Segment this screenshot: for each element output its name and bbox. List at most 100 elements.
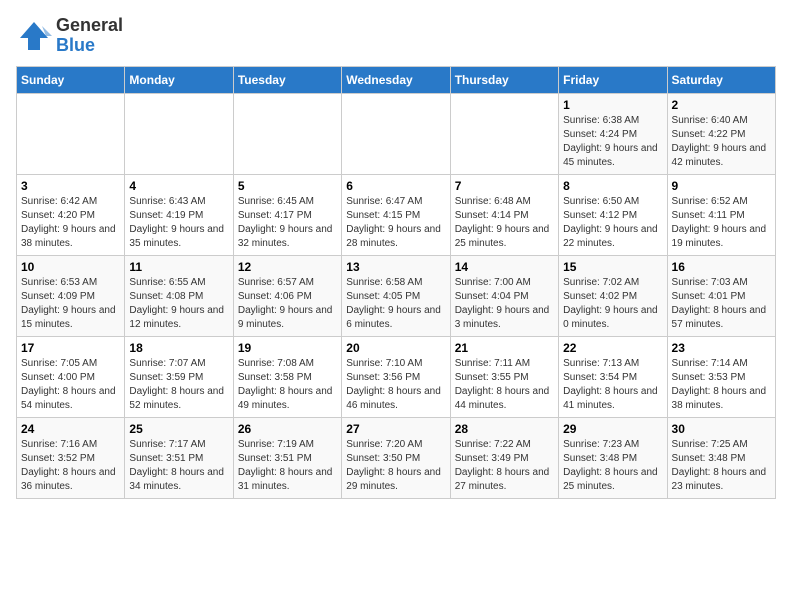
day-detail: Sunrise: 7:05 AMSunset: 4:00 PMDaylight:… (21, 357, 120, 413)
day-detail: Sunrise: 6:48 AMSunset: 4:14 PMDaylight:… (455, 195, 554, 251)
day-number: 18 (129, 341, 228, 355)
calendar-cell: 14 Sunrise: 7:00 AMSunset: 4:04 PMDaylig… (450, 255, 558, 336)
day-detail: Sunrise: 6:43 AMSunset: 4:19 PMDaylight:… (129, 195, 228, 251)
day-detail: Sunrise: 7:07 AMSunset: 3:59 PMDaylight:… (129, 357, 228, 413)
day-detail: Sunrise: 6:47 AMSunset: 4:15 PMDaylight:… (346, 195, 445, 251)
day-detail: Sunrise: 7:20 AMSunset: 3:50 PMDaylight:… (346, 438, 445, 494)
calendar-week-row: 24 Sunrise: 7:16 AMSunset: 3:52 PMDaylig… (17, 417, 776, 498)
day-number: 13 (346, 260, 445, 274)
day-number: 25 (129, 422, 228, 436)
day-number: 26 (238, 422, 337, 436)
day-detail: Sunrise: 6:53 AMSunset: 4:09 PMDaylight:… (21, 276, 120, 332)
day-detail: Sunrise: 6:40 AMSunset: 4:22 PMDaylight:… (672, 114, 771, 170)
calendar-table: SundayMondayTuesdayWednesdayThursdayFrid… (16, 66, 776, 499)
day-detail: Sunrise: 6:57 AMSunset: 4:06 PMDaylight:… (238, 276, 337, 332)
day-detail: Sunrise: 7:10 AMSunset: 3:56 PMDaylight:… (346, 357, 445, 413)
day-number: 7 (455, 179, 554, 193)
day-number: 1 (563, 98, 662, 112)
calendar-cell: 29 Sunrise: 7:23 AMSunset: 3:48 PMDaylig… (559, 417, 667, 498)
calendar-cell: 28 Sunrise: 7:22 AMSunset: 3:49 PMDaylig… (450, 417, 558, 498)
day-number: 30 (672, 422, 771, 436)
day-detail: Sunrise: 7:08 AMSunset: 3:58 PMDaylight:… (238, 357, 337, 413)
day-number: 22 (563, 341, 662, 355)
logo-general-text: General (56, 15, 123, 35)
day-number: 19 (238, 341, 337, 355)
day-number: 20 (346, 341, 445, 355)
day-number: 2 (672, 98, 771, 112)
calendar-week-row: 10 Sunrise: 6:53 AMSunset: 4:09 PMDaylig… (17, 255, 776, 336)
day-detail: Sunrise: 7:19 AMSunset: 3:51 PMDaylight:… (238, 438, 337, 494)
calendar-cell (342, 93, 450, 174)
calendar-cell: 3 Sunrise: 6:42 AMSunset: 4:20 PMDayligh… (17, 174, 125, 255)
day-detail: Sunrise: 7:23 AMSunset: 3:48 PMDaylight:… (563, 438, 662, 494)
calendar-cell: 9 Sunrise: 6:52 AMSunset: 4:11 PMDayligh… (667, 174, 775, 255)
calendar-cell: 18 Sunrise: 7:07 AMSunset: 3:59 PMDaylig… (125, 336, 233, 417)
day-number: 12 (238, 260, 337, 274)
day-number: 23 (672, 341, 771, 355)
day-detail: Sunrise: 7:02 AMSunset: 4:02 PMDaylight:… (563, 276, 662, 332)
day-number: 11 (129, 260, 228, 274)
day-detail: Sunrise: 7:17 AMSunset: 3:51 PMDaylight:… (129, 438, 228, 494)
calendar-cell: 2 Sunrise: 6:40 AMSunset: 4:22 PMDayligh… (667, 93, 775, 174)
column-header-saturday: Saturday (667, 66, 775, 93)
day-number: 14 (455, 260, 554, 274)
day-detail: Sunrise: 6:58 AMSunset: 4:05 PMDaylight:… (346, 276, 445, 332)
calendar-header-row: SundayMondayTuesdayWednesdayThursdayFrid… (17, 66, 776, 93)
calendar-cell: 11 Sunrise: 6:55 AMSunset: 4:08 PMDaylig… (125, 255, 233, 336)
calendar-cell: 21 Sunrise: 7:11 AMSunset: 3:55 PMDaylig… (450, 336, 558, 417)
column-header-friday: Friday (559, 66, 667, 93)
day-number: 3 (21, 179, 120, 193)
logo-blue-text: Blue (56, 35, 95, 55)
calendar-week-row: 3 Sunrise: 6:42 AMSunset: 4:20 PMDayligh… (17, 174, 776, 255)
day-detail: Sunrise: 7:22 AMSunset: 3:49 PMDaylight:… (455, 438, 554, 494)
day-detail: Sunrise: 7:13 AMSunset: 3:54 PMDaylight:… (563, 357, 662, 413)
calendar-cell: 13 Sunrise: 6:58 AMSunset: 4:05 PMDaylig… (342, 255, 450, 336)
column-header-monday: Monday (125, 66, 233, 93)
logo-icon (16, 18, 52, 54)
logo-text: General Blue (56, 16, 123, 56)
calendar-cell: 1 Sunrise: 6:38 AMSunset: 4:24 PMDayligh… (559, 93, 667, 174)
day-detail: Sunrise: 7:16 AMSunset: 3:52 PMDaylight:… (21, 438, 120, 494)
column-header-tuesday: Tuesday (233, 66, 341, 93)
column-header-wednesday: Wednesday (342, 66, 450, 93)
day-detail: Sunrise: 6:38 AMSunset: 4:24 PMDaylight:… (563, 114, 662, 170)
calendar-cell (233, 93, 341, 174)
day-detail: Sunrise: 7:03 AMSunset: 4:01 PMDaylight:… (672, 276, 771, 332)
day-number: 17 (21, 341, 120, 355)
day-detail: Sunrise: 7:11 AMSunset: 3:55 PMDaylight:… (455, 357, 554, 413)
calendar-cell: 19 Sunrise: 7:08 AMSunset: 3:58 PMDaylig… (233, 336, 341, 417)
day-detail: Sunrise: 7:00 AMSunset: 4:04 PMDaylight:… (455, 276, 554, 332)
day-number: 9 (672, 179, 771, 193)
calendar-week-row: 17 Sunrise: 7:05 AMSunset: 4:00 PMDaylig… (17, 336, 776, 417)
day-number: 27 (346, 422, 445, 436)
column-header-sunday: Sunday (17, 66, 125, 93)
day-detail: Sunrise: 7:25 AMSunset: 3:48 PMDaylight:… (672, 438, 771, 494)
calendar-cell: 16 Sunrise: 7:03 AMSunset: 4:01 PMDaylig… (667, 255, 775, 336)
page-header: General Blue (16, 16, 776, 56)
calendar-cell: 22 Sunrise: 7:13 AMSunset: 3:54 PMDaylig… (559, 336, 667, 417)
calendar-cell: 27 Sunrise: 7:20 AMSunset: 3:50 PMDaylig… (342, 417, 450, 498)
logo: General Blue (16, 16, 123, 56)
day-detail: Sunrise: 6:42 AMSunset: 4:20 PMDaylight:… (21, 195, 120, 251)
day-number: 24 (21, 422, 120, 436)
calendar-cell (17, 93, 125, 174)
calendar-cell: 23 Sunrise: 7:14 AMSunset: 3:53 PMDaylig… (667, 336, 775, 417)
calendar-cell: 26 Sunrise: 7:19 AMSunset: 3:51 PMDaylig… (233, 417, 341, 498)
calendar-cell: 12 Sunrise: 6:57 AMSunset: 4:06 PMDaylig… (233, 255, 341, 336)
day-number: 15 (563, 260, 662, 274)
calendar-cell: 10 Sunrise: 6:53 AMSunset: 4:09 PMDaylig… (17, 255, 125, 336)
day-number: 8 (563, 179, 662, 193)
day-detail: Sunrise: 6:45 AMSunset: 4:17 PMDaylight:… (238, 195, 337, 251)
calendar-cell: 25 Sunrise: 7:17 AMSunset: 3:51 PMDaylig… (125, 417, 233, 498)
day-number: 29 (563, 422, 662, 436)
calendar-cell: 4 Sunrise: 6:43 AMSunset: 4:19 PMDayligh… (125, 174, 233, 255)
calendar-cell: 15 Sunrise: 7:02 AMSunset: 4:02 PMDaylig… (559, 255, 667, 336)
calendar-cell: 5 Sunrise: 6:45 AMSunset: 4:17 PMDayligh… (233, 174, 341, 255)
calendar-cell (450, 93, 558, 174)
day-number: 28 (455, 422, 554, 436)
day-detail: Sunrise: 6:55 AMSunset: 4:08 PMDaylight:… (129, 276, 228, 332)
day-detail: Sunrise: 6:50 AMSunset: 4:12 PMDaylight:… (563, 195, 662, 251)
day-detail: Sunrise: 6:52 AMSunset: 4:11 PMDaylight:… (672, 195, 771, 251)
calendar-cell: 6 Sunrise: 6:47 AMSunset: 4:15 PMDayligh… (342, 174, 450, 255)
calendar-cell: 30 Sunrise: 7:25 AMSunset: 3:48 PMDaylig… (667, 417, 775, 498)
